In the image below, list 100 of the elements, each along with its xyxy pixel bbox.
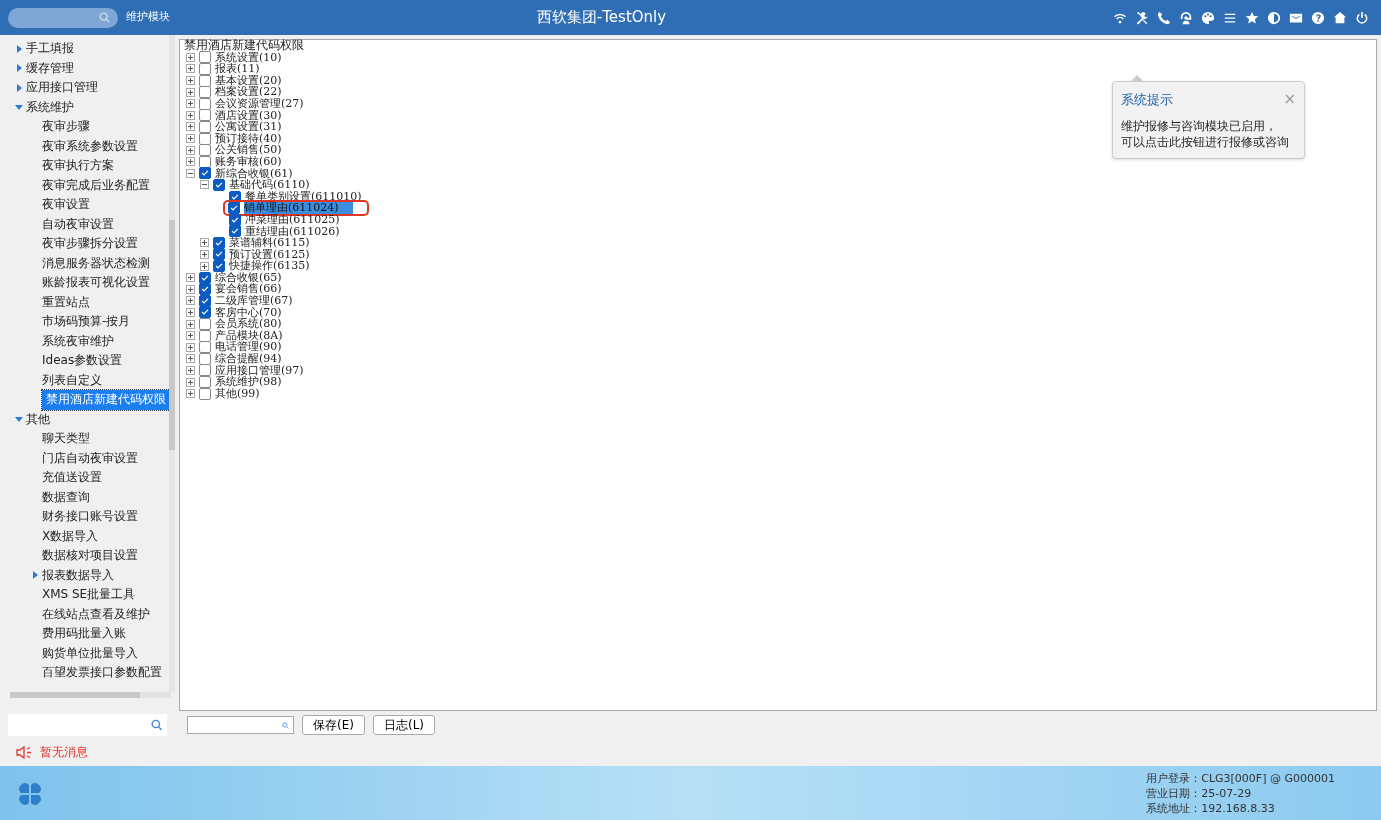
checkbox[interactable] <box>199 318 211 331</box>
tree-node-label[interactable]: 客房中心(70) <box>215 306 282 319</box>
tree-node-label[interactable]: 档案设置(22) <box>215 86 282 98</box>
checkbox[interactable] <box>199 144 211 157</box>
sidebar-item[interactable]: 夜审执行方案 <box>42 156 114 176</box>
sidebar-item[interactable]: 数据核对项目设置 <box>42 546 138 566</box>
checkbox[interactable] <box>199 306 211 319</box>
horizontal-scrollbar[interactable] <box>10 692 171 698</box>
sidebar-item[interactable]: 系统夜审维护 <box>42 331 114 351</box>
tree-node-label[interactable]: 系统维护(98) <box>215 376 282 388</box>
expand-toggle[interactable] <box>186 342 195 352</box>
sidebar-item[interactable]: 报表数据导入 <box>42 565 114 585</box>
expand-toggle[interactable] <box>200 238 209 248</box>
checkbox[interactable] <box>199 364 211 377</box>
tree-node-label[interactable]: 销单理由(611024) <box>244 202 353 214</box>
sidebar-item[interactable]: 缓存管理 <box>26 58 74 78</box>
tools-icon[interactable] <box>1135 10 1149 25</box>
tree-node-label[interactable]: 账务审核(60) <box>215 155 282 168</box>
expand-toggle[interactable] <box>186 157 195 167</box>
sidebar-item[interactable]: 重置站点 <box>42 292 90 312</box>
tree-node-label[interactable]: 其他(99) <box>215 387 260 400</box>
tree-node-label[interactable]: 预订设置(6125) <box>229 248 310 261</box>
sidebar-item[interactable]: 消息服务器状态检测 <box>42 253 150 273</box>
tree-node-label[interactable]: 产品模块(8A) <box>215 329 283 342</box>
scrollbar[interactable] <box>169 35 175 692</box>
sidebar-item[interactable]: 在线站点查看及维护 <box>42 604 150 624</box>
expand-toggle[interactable] <box>200 250 209 259</box>
sidebar-item[interactable]: 财务接口账号设置 <box>42 507 138 527</box>
footer-button[interactable]: 日志(L) <box>372 715 435 735</box>
expand-toggle[interactable] <box>186 52 195 62</box>
sidebar-item[interactable]: Ideas参数设置 <box>42 351 123 371</box>
tree-node-label[interactable]: 电话管理(90) <box>215 341 282 354</box>
checkbox[interactable] <box>213 236 225 249</box>
expand-icon[interactable] <box>15 416 23 422</box>
checkbox[interactable] <box>199 376 211 388</box>
tree-node-label[interactable]: 菜谱辅料(6115) <box>229 237 310 249</box>
tree-node-label[interactable]: 综合收银(65) <box>215 271 282 284</box>
checkbox[interactable] <box>213 178 225 191</box>
expand-toggle[interactable] <box>186 99 195 109</box>
sidebar-item[interactable]: 账龄报表可视化设置 <box>42 273 150 293</box>
phone-icon[interactable] <box>1157 10 1171 25</box>
tree-node-label[interactable]: 公关销售(50) <box>215 144 282 156</box>
checkbox[interactable] <box>199 283 211 296</box>
star-icon[interactable] <box>1245 10 1259 25</box>
expand-toggle[interactable] <box>186 296 195 306</box>
expand-toggle[interactable] <box>186 168 195 178</box>
tree-node-label[interactable]: 基础代码(6110) <box>229 179 310 191</box>
tree-node-label[interactable]: 快捷操作(6135) <box>229 260 310 272</box>
sidebar-item[interactable]: 自动夜审设置 <box>42 214 114 234</box>
sidebar-item[interactable]: XMS SE批量工具 <box>42 585 136 605</box>
checkbox[interactable] <box>229 225 241 238</box>
sidebar-item[interactable]: 夜审系统参数设置 <box>42 136 138 156</box>
sidebar-item[interactable]: 门店自动夜审设置 <box>42 448 138 468</box>
sidebar-item[interactable]: 列表自定义 <box>42 370 102 390</box>
expand-toggle[interactable] <box>186 319 195 329</box>
expand-icon[interactable] <box>15 104 23 110</box>
expand-toggle[interactable] <box>186 122 195 132</box>
half-moon-icon[interactable] <box>1267 10 1281 25</box>
expand-toggle[interactable] <box>186 377 195 387</box>
expand-toggle[interactable] <box>186 145 195 155</box>
tree-node-label[interactable]: 会员系统(80) <box>215 318 282 330</box>
checkbox[interactable] <box>213 260 225 273</box>
module-label[interactable]: 维护模块 <box>126 9 170 26</box>
sidebar-item[interactable]: 充值送设置 <box>42 468 102 488</box>
expand-toggle[interactable] <box>200 261 209 271</box>
expand-toggle[interactable] <box>186 365 195 375</box>
tree-node-label[interactable]: 会议资源管理(27) <box>215 97 304 110</box>
expand-toggle[interactable] <box>186 134 195 144</box>
tree-node-label[interactable]: 二级库管理(67) <box>215 295 293 307</box>
sidebar-item[interactable]: 夜审步骤 <box>42 117 90 137</box>
expand-icon[interactable] <box>16 44 22 53</box>
expand-toggle[interactable] <box>186 110 195 120</box>
checkbox[interactable] <box>199 109 211 122</box>
expand-toggle[interactable] <box>200 180 209 190</box>
expand-toggle[interactable] <box>186 87 195 97</box>
sidebar-search-field[interactable] <box>8 714 167 736</box>
sidebar-item[interactable]: X数据导入 <box>42 526 99 546</box>
expand-icon[interactable] <box>16 64 22 73</box>
sidebar-item[interactable]: 手工填报 <box>26 39 74 59</box>
sidebar-item[interactable]: 市场码预算-按月 <box>42 312 131 332</box>
footer-button[interactable]: 保存(E) <box>302 715 365 735</box>
expand-toggle[interactable] <box>186 389 195 399</box>
tree-node-label[interactable]: 新综合收银(61) <box>215 167 293 180</box>
sidebar-item[interactable]: 百望发票接口参数配置 <box>42 663 162 683</box>
sidebar-item[interactable]: 应用接口管理 <box>26 78 98 98</box>
expand-toggle[interactable] <box>186 284 195 294</box>
tree-node-label[interactable]: 预订接待(40) <box>215 132 282 145</box>
help-icon[interactable] <box>1311 10 1325 25</box>
checkbox[interactable] <box>199 51 211 64</box>
tree-node-label[interactable]: 冲菜理由(611025) <box>245 213 340 226</box>
expand-toggle[interactable] <box>186 331 195 341</box>
sidebar-item[interactable]: 禁用酒店新建代码权限 <box>42 390 170 410</box>
power-icon[interactable] <box>1355 10 1369 25</box>
checkbox[interactable] <box>199 271 211 284</box>
checkbox[interactable] <box>199 167 211 180</box>
expand-toggle[interactable] <box>186 273 195 283</box>
checkbox[interactable] <box>199 341 211 354</box>
checkbox[interactable] <box>199 86 211 99</box>
expand-icon[interactable] <box>32 571 38 580</box>
expand-toggle[interactable] <box>186 307 195 317</box>
